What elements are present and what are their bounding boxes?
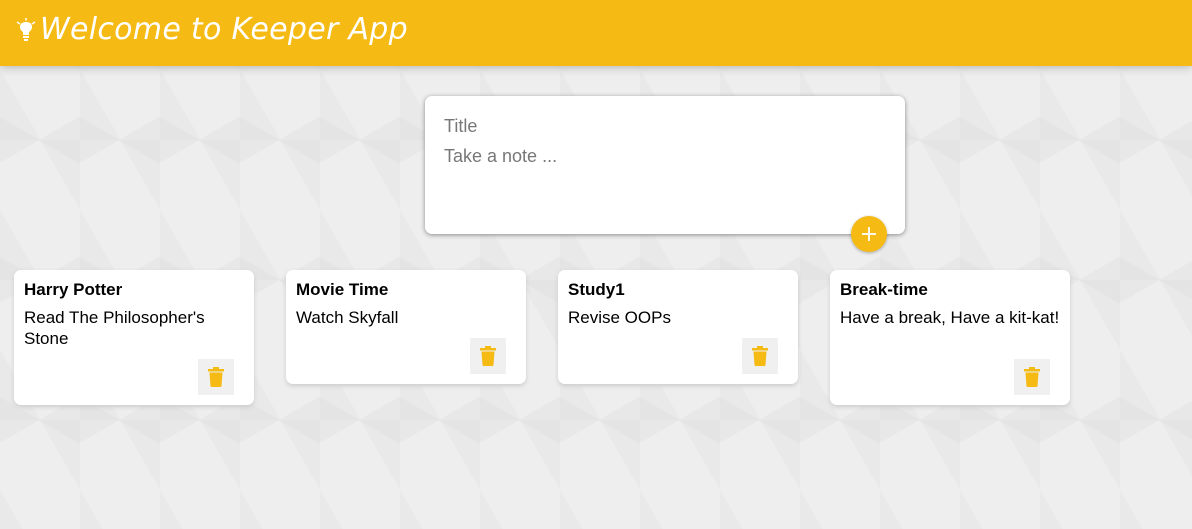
note-card: Movie Time Watch Skyfall — [286, 270, 526, 384]
note-content-input[interactable] — [444, 145, 884, 215]
delete-note-button[interactable] — [1014, 359, 1050, 395]
lightbulb-icon — [16, 18, 36, 44]
delete-note-button[interactable] — [470, 338, 506, 374]
note-title: Break-time — [840, 280, 928, 299]
add-note-button[interactable] — [851, 216, 887, 252]
note-title: Study1 — [568, 280, 625, 299]
trash-icon — [208, 367, 224, 387]
note-title: Harry Potter — [24, 280, 123, 299]
note-content: Have a break, Have a kit-kat! — [840, 308, 1060, 327]
note-title: Movie Time — [296, 280, 389, 299]
trash-icon — [1024, 367, 1040, 387]
create-note-form — [425, 96, 905, 234]
trash-icon — [480, 346, 496, 366]
trash-icon — [752, 346, 768, 366]
app-header: Welcome to Keeper App — [0, 0, 1192, 66]
note-content: Revise OOPs — [568, 308, 671, 327]
delete-note-button[interactable] — [198, 359, 234, 395]
note-content: Read The Philosopher's Stone — [24, 308, 210, 348]
app-title: Welcome to Keeper App — [40, 12, 408, 47]
delete-note-button[interactable] — [742, 338, 778, 374]
note-card: Study1 Revise OOPs — [558, 270, 798, 384]
note-card: Break-time Have a break, Have a kit-kat! — [830, 270, 1070, 405]
note-title-input[interactable] — [444, 115, 884, 137]
note-card: Harry Potter Read The Philosopher's Ston… — [14, 270, 254, 405]
plus-icon — [862, 227, 876, 241]
note-content: Watch Skyfall — [296, 308, 399, 327]
